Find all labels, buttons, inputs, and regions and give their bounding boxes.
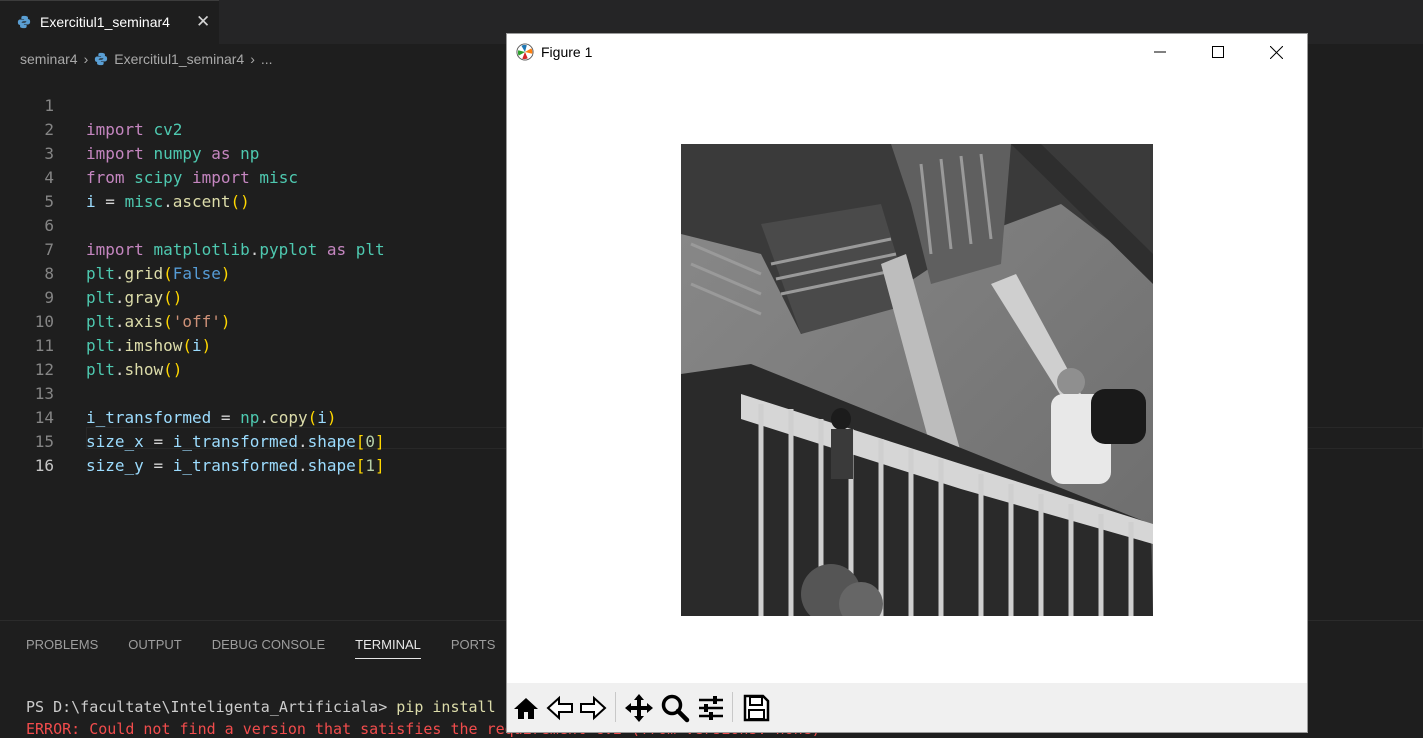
tab-output[interactable]: OUTPUT: [128, 637, 181, 659]
figure-title: Figure 1: [541, 44, 593, 60]
save-icon[interactable]: [740, 693, 772, 723]
tab-ports[interactable]: PORTS: [451, 637, 496, 659]
home-icon[interactable]: [510, 693, 542, 723]
back-arrow-icon[interactable]: [544, 693, 576, 723]
panel-tabs: PROBLEMS OUTPUT DEBUG CONSOLE TERMINAL P…: [26, 637, 495, 659]
toolbar-separator: [732, 692, 733, 722]
toolbar-separator: [615, 692, 616, 722]
close-icon: [1269, 45, 1283, 59]
figure-image[interactable]: [681, 144, 1153, 616]
python-file-icon: [95, 52, 108, 66]
tab-debug-console[interactable]: DEBUG CONSOLE: [212, 637, 325, 659]
maximize-icon: [1212, 46, 1224, 58]
chevron-right-icon: ›: [83, 51, 89, 67]
tab-terminal[interactable]: TERMINAL: [355, 637, 421, 659]
terminal-command: pip install c: [396, 698, 514, 716]
minimize-icon: [1154, 51, 1166, 53]
figure-window[interactable]: Figure 1: [507, 34, 1307, 732]
breadcrumb-folder[interactable]: seminar4: [20, 51, 78, 67]
minimize-button[interactable]: [1131, 34, 1189, 70]
line-number: 16: [34, 456, 54, 475]
figure-toolbar: [507, 683, 1307, 732]
breadcrumb: seminar4 › Exercitiul1_seminar4 › ...: [20, 49, 273, 69]
matplotlib-logo-icon: [516, 43, 534, 61]
terminal-command-line[interactable]: PS D:\facultate\Inteligenta_Artificiala>…: [26, 698, 514, 716]
breadcrumb-file[interactable]: Exercitiul1_seminar4: [114, 51, 244, 67]
close-window-button[interactable]: [1247, 34, 1305, 70]
zoom-icon[interactable]: [659, 693, 691, 723]
tab-problems[interactable]: PROBLEMS: [26, 637, 98, 659]
tab-exercitiul1[interactable]: Exercitiul1_seminar4 ✕: [0, 0, 219, 44]
code-text: size_y = i_transformed.shape[1]: [86, 456, 385, 475]
terminal-prompt: PS D:\facultate\Inteligenta_Artificiala>: [26, 698, 397, 716]
chevron-right-icon: ›: [250, 51, 255, 67]
close-icon[interactable]: ✕: [196, 12, 210, 32]
tab-label: Exercitiul1_seminar4: [40, 14, 170, 30]
pan-icon[interactable]: [623, 693, 655, 723]
breadcrumb-more[interactable]: ...: [261, 51, 273, 67]
python-file-icon: [17, 15, 31, 29]
forward-arrow-icon[interactable]: [577, 693, 609, 723]
configure-subplots-icon[interactable]: [695, 693, 727, 723]
maximize-button[interactable]: [1189, 34, 1247, 70]
